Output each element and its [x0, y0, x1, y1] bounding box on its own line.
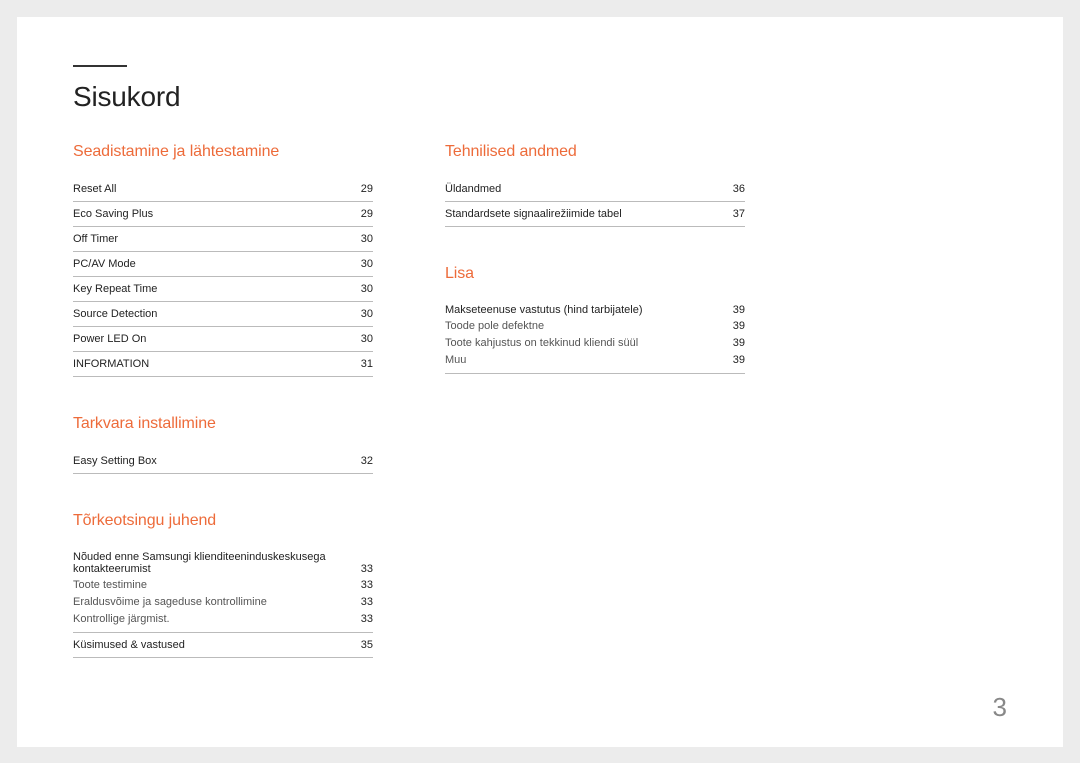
- toc-column: Seadistamine ja lähtestamineReset All29E…: [73, 143, 373, 658]
- page-number: 3: [993, 692, 1007, 723]
- toc-entry-page: 35: [353, 639, 373, 651]
- page-title: Sisukord: [73, 81, 1007, 113]
- toc-subentries: Toote testimine33Eraldusvõime ja sagedus…: [73, 577, 373, 633]
- document-page: Sisukord Seadistamine ja lähtestamine Res…: [17, 17, 1063, 747]
- toc-entry[interactable]: PC/AV Mode 30: [73, 252, 373, 277]
- toc-subentry-label: Toote testimine: [73, 579, 147, 591]
- toc-subentry[interactable]: Muu 39: [445, 352, 745, 369]
- toc-entry-label: Off Timer: [73, 233, 118, 245]
- toc-section: Lisa Makseteenuse vastutus (hind tarbijat…: [445, 265, 745, 374]
- toc-entry[interactable]: Nõuded enne Samsungi klienditeeninduskes…: [73, 546, 373, 577]
- section-heading: Tehnilised andmed: [445, 143, 745, 161]
- toc-subentry[interactable]: Toote kahjustus on tekkinud kliendi süül…: [445, 335, 745, 352]
- toc-column: Tehnilised andmed Üldandmed 36 Standardsete…: [445, 143, 745, 658]
- toc-subentry[interactable]: Kontrollige järgmist. 33: [73, 611, 373, 628]
- toc-entry[interactable]: Standardsete signaalirežiimide tabel 37: [445, 202, 745, 227]
- toc-entry[interactable]: Easy Setting Box 32: [73, 449, 373, 474]
- toc-entry-page: 30: [353, 308, 373, 320]
- toc-entry[interactable]: Power LED On 30: [73, 327, 373, 352]
- toc-subentry-page: 33: [353, 613, 373, 625]
- toc-subentry-page: 39: [725, 354, 745, 366]
- toc-section: Tõrkeotsingu juhend Nõuded enne Samsungi …: [73, 512, 373, 658]
- toc-entry-label: INFORMATION: [73, 358, 149, 370]
- toc-entry-page: 36: [725, 183, 745, 195]
- toc-subentry[interactable]: Toote testimine 33: [73, 577, 373, 594]
- toc-entry-label: Küsimused & vastused: [73, 639, 185, 651]
- toc-subentry-label: Toode pole defektne: [445, 320, 544, 332]
- toc-entry-page: 30: [353, 233, 373, 245]
- toc-section: Tarkvara installimine Easy Setting Box 32: [73, 415, 373, 474]
- toc-subentry-label: Toote kahjustus on tekkinud kliendi süül: [445, 337, 638, 349]
- toc-subentry-label: Kontrollige järgmist.: [73, 613, 170, 625]
- section-heading: Tarkvara installimine: [73, 415, 373, 433]
- toc-subentry[interactable]: Eraldusvõime ja sageduse kontrollimine 33: [73, 594, 373, 611]
- toc-entry[interactable]: Üldandmed 36: [445, 177, 745, 202]
- toc-entry[interactable]: Key Repeat Time 30: [73, 277, 373, 302]
- toc-entry-page: 31: [353, 358, 373, 370]
- toc-entry-label: PC/AV Mode: [73, 258, 136, 270]
- section-heading: Tõrkeotsingu juhend: [73, 512, 373, 530]
- toc-entry-label: Source Detection: [73, 308, 157, 320]
- toc-entry[interactable]: INFORMATION 31: [73, 352, 373, 377]
- title-rule: [73, 65, 127, 67]
- toc-entry-page: 37: [725, 208, 745, 220]
- toc-entry-label: Key Repeat Time: [73, 283, 157, 295]
- section-heading: Lisa: [445, 265, 745, 283]
- toc-section: Seadistamine ja lähtestamineReset All29E…: [73, 143, 373, 377]
- toc-entry-label: Reset All: [73, 183, 116, 195]
- toc-entry-label: Standardsete signaalirežiimide tabel: [445, 208, 622, 220]
- toc-entry-page: 30: [353, 258, 373, 270]
- toc-subentry-page: 39: [725, 337, 745, 349]
- toc-entry-label: Üldandmed: [445, 183, 501, 195]
- toc-entry[interactable]: Source Detection 30: [73, 302, 373, 327]
- toc-subentries: Toode pole defektne39Toote kahjustus on …: [445, 318, 745, 374]
- toc-columns: Seadistamine ja lähtestamineReset All29E…: [73, 143, 1007, 658]
- toc-entry-page: 30: [353, 333, 373, 345]
- toc-entry[interactable]: Küsimused & vastused 35: [73, 633, 373, 658]
- toc-entry-page: 39: [725, 304, 745, 316]
- toc-subentry-label: Eraldusvõime ja sageduse kontrollimine: [73, 596, 267, 608]
- toc-subentry-label: Muu: [445, 354, 466, 366]
- toc-entry[interactable]: Makseteenuse vastutus (hind tarbijatele)…: [445, 299, 745, 318]
- toc-entry-page: 33: [353, 563, 373, 575]
- toc-entry-label: Eco Saving Plus: [73, 208, 153, 220]
- toc-entry-label: Nõuded enne Samsungi klienditeeninduskes…: [73, 551, 333, 575]
- toc-entry[interactable]: Off Timer 30: [73, 227, 373, 252]
- toc-subentry-page: 33: [353, 579, 373, 591]
- toc-entry-page: 30: [353, 283, 373, 295]
- toc-entry-label: Makseteenuse vastutus (hind tarbijatele): [445, 304, 643, 316]
- toc-section: Tehnilised andmed Üldandmed 36 Standardsete…: [445, 143, 745, 227]
- toc-entry-page: 32: [353, 455, 373, 467]
- toc-subentry-page: 33: [353, 596, 373, 608]
- toc-subentry[interactable]: Toode pole defektne 39: [445, 318, 745, 335]
- toc-entry[interactable]: Reset All 29: [73, 177, 373, 202]
- toc-entry-label: Easy Setting Box: [73, 455, 157, 467]
- toc-entry[interactable]: Eco Saving Plus 29: [73, 202, 373, 227]
- toc-entry-page: 29: [353, 183, 373, 195]
- toc-subentry-page: 39: [725, 320, 745, 332]
- toc-entry-label: Power LED On: [73, 333, 146, 345]
- section-heading: Seadistamine ja lähtestamine: [73, 143, 373, 161]
- toc-entry-page: 29: [353, 208, 373, 220]
